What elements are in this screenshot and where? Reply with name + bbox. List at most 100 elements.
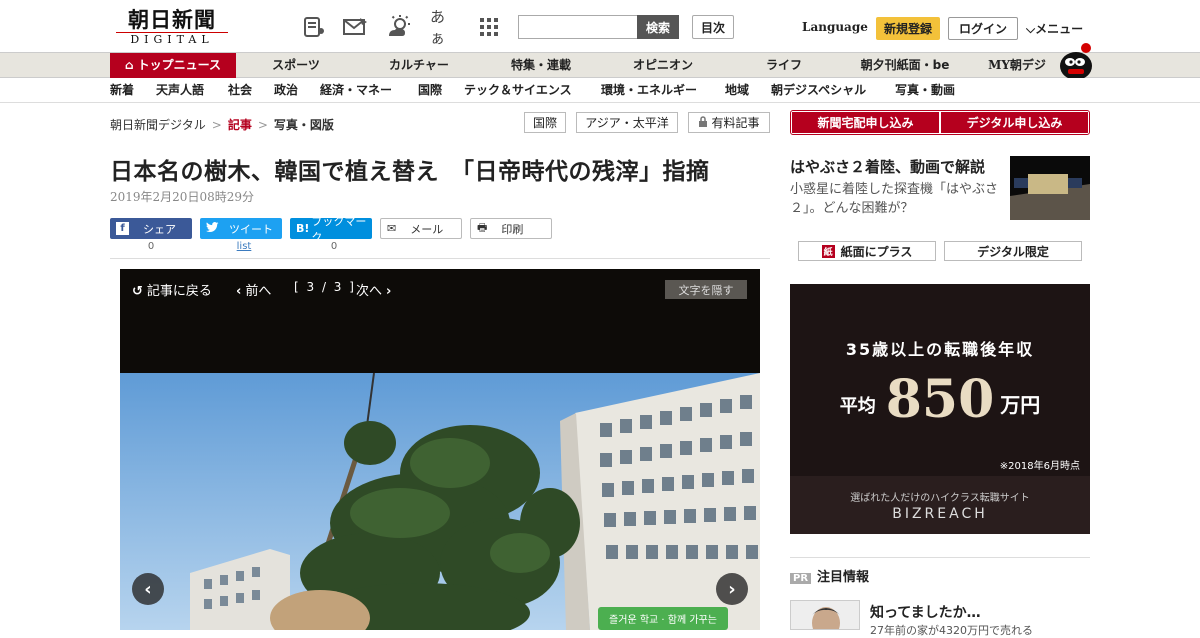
nav-life[interactable]: ライフ — [746, 53, 822, 78]
photo-prev-arrow[interactable]: ‹ — [132, 573, 164, 605]
newspaper-icon[interactable] — [301, 14, 327, 40]
back-to-article-label: 記事に戻る — [146, 284, 212, 299]
facebook-count: 0 — [147, 241, 155, 252]
tweet-label: ツイート — [229, 222, 273, 236]
return-icon: ↺ — [132, 284, 143, 299]
tag-paid-article[interactable]: 有料記事 — [688, 112, 770, 133]
primary-nav: ⌂ トップニュース スポーツ カルチャー 特集・連載 オピニオン ライフ 朝夕刊紙… — [0, 52, 1200, 78]
photo-next-arrow[interactable]: › — [716, 573, 748, 605]
pr-headline[interactable]: 知ってましたか… — [870, 602, 981, 622]
hatena-bookmark-button[interactable]: B! ブックマーク — [290, 215, 372, 244]
site-logo[interactable]: 朝日新聞 DIGITAL — [116, 8, 228, 46]
tag-international[interactable]: 国際 — [524, 112, 566, 133]
facebook-share-button[interactable]: f シェア — [110, 218, 192, 239]
nav2-special[interactable]: 朝デジスペシャル — [771, 78, 866, 102]
grid-icon[interactable] — [476, 14, 502, 40]
mail-share-button[interactable]: ✉ メール — [380, 218, 462, 239]
mail-icon[interactable] — [342, 14, 368, 40]
pr-badge: PR — [790, 573, 812, 584]
digital-apply-button[interactable]: デジタル申し込み — [941, 112, 1088, 133]
pr-heading: PR 注目情報 — [790, 566, 869, 585]
nav2-international[interactable]: 国際 — [418, 78, 442, 102]
envelope-icon: ✉ — [387, 222, 397, 235]
chevron-left-icon: ‹ — [236, 284, 242, 299]
nav-opinion[interactable]: オピニオン — [616, 53, 710, 78]
breadcrumb: 朝日新聞デジタル > 記事 > 写真・図版 — [110, 116, 334, 133]
home-delivery-button[interactable]: 新聞宅配申し込み — [792, 112, 939, 133]
paper-plus-label: 紙面にプラス — [840, 244, 913, 259]
logo-main-text: 朝日新聞 — [128, 7, 216, 32]
print-button[interactable]: 🖶 印刷 — [470, 218, 552, 239]
secondary-nav: 新着 天声人語 社会 政治 経済・マネー 国際 テック＆サイエンス 環境・エネル… — [0, 78, 1200, 103]
prev-link[interactable]: ‹ 前へ — [236, 280, 271, 299]
prev-label: 前へ — [245, 284, 272, 299]
facebook-icon: f — [116, 222, 129, 235]
pr-title: 注目情報 — [817, 570, 870, 585]
index-button[interactable]: 目次 — [692, 15, 734, 39]
breadcrumb-home[interactable]: 朝日新聞デジタル — [110, 118, 206, 132]
breadcrumb-article[interactable]: 記事 — [228, 118, 252, 132]
article-title: 日本名の樹木、韓国で植え替え 「日帝時代の残滓」指摘 — [110, 159, 710, 185]
language-link[interactable]: Language — [802, 20, 868, 34]
ad-unit: 万円 — [1000, 393, 1041, 417]
search-button[interactable]: 検索 — [637, 15, 679, 39]
signup-button[interactable]: 新規登録 — [876, 17, 940, 40]
menu-label: メニュー — [1035, 22, 1084, 36]
ad-line1: 35歳以上の転職後年収 — [845, 340, 1035, 359]
search-input[interactable] — [518, 15, 638, 39]
ad-prefix: 平均 — [839, 396, 876, 417]
font-size-icon[interactable]: あぁ — [430, 8, 456, 47]
ad-number: 850 — [885, 369, 995, 430]
hatena-count: 0 — [330, 241, 338, 252]
tweet-button[interactable]: ツイート — [200, 218, 282, 239]
tweet-list-link[interactable]: list — [203, 241, 285, 252]
paper-plus-button[interactable]: 紙紙面にプラス — [798, 241, 936, 261]
hatena-icon: B! — [296, 222, 310, 235]
back-to-article-link[interactable]: ↺ 記事に戻る — [132, 280, 212, 299]
bizreach-ad[interactable]: 35歳以上の転職後年収 平均 850 万円 ※2018年6月時点 選ばれた人だけ… — [790, 284, 1090, 534]
ad-note: ※2018年6月時点 — [999, 461, 1080, 472]
nav2-photo-video[interactable]: 写真・動画 — [895, 78, 955, 102]
nav2-economy[interactable]: 経済・マネー — [320, 78, 392, 102]
nav2-society[interactable]: 社会 — [228, 78, 252, 102]
next-label: 次へ — [356, 284, 383, 299]
mascot-icon[interactable] — [1056, 42, 1096, 80]
print-label: 印刷 — [501, 222, 524, 236]
site-header: 朝日新聞 DIGITAL あぁ 検索 目次 Language 新規登録 ログイン… — [0, 0, 1200, 52]
nav2-politics[interactable]: 政治 — [274, 78, 298, 102]
facebook-share-label: シェア — [143, 222, 176, 236]
featured-news-title[interactable]: はやぶさ２着陸、動画で解説 — [790, 156, 985, 177]
featured-news-desc[interactable]: 小惑星に着陸した探査機「はやぶさ２」。どんな困難が？ — [790, 180, 1004, 218]
nav2-tenseijingo[interactable]: 天声人語 — [156, 78, 204, 102]
nav2-latest[interactable]: 新着 — [110, 78, 134, 102]
logo-sub-text: DIGITAL — [116, 32, 228, 46]
photo-viewer: ↺ 記事に戻る ‹ 前へ [ 3 / 3 ] 次へ › 文字を隠す 즐거운 학교… — [120, 269, 760, 630]
hatena-label: ブックマーク — [311, 214, 367, 244]
nav2-environment[interactable]: 環境・エネルギー — [601, 78, 697, 102]
weather-icon[interactable] — [386, 14, 412, 40]
tag-asia-pacific[interactable]: アジア・太平洋 — [576, 112, 678, 133]
featured-news-image[interactable] — [1010, 156, 1090, 220]
mail-share-label: メール — [410, 222, 444, 236]
digital-only-button[interactable]: デジタル限定 — [944, 241, 1082, 261]
nav-my-asadigi[interactable]: MY朝デジ — [980, 53, 1054, 78]
nav-features[interactable]: 特集・連載 — [496, 53, 586, 78]
menu-button[interactable]: ⌵メニュー — [1026, 20, 1083, 37]
pr-desc[interactable]: 27年前の家が4320万円で売れる — [870, 622, 1033, 638]
breadcrumb-current: 写真・図版 — [273, 118, 334, 132]
breadcrumb-separator: > — [257, 118, 268, 132]
nav-paper[interactable]: 朝夕刊紙面・be — [850, 53, 960, 78]
article-photo: 즐거운 학교 · 함께 가꾸는 — [120, 372, 760, 630]
divider — [790, 557, 1090, 558]
pr-image[interactable] — [790, 600, 860, 630]
hide-text-button[interactable]: 文字を隠す — [665, 280, 747, 299]
nav-culture[interactable]: カルチャー — [374, 53, 464, 78]
chevron-right-icon: › — [728, 578, 736, 600]
nav2-tech[interactable]: テック＆サイエンス — [464, 78, 572, 102]
next-link[interactable]: 次へ › — [356, 280, 391, 299]
nav-sports[interactable]: スポーツ — [256, 53, 336, 78]
nav-top-news[interactable]: ⌂ トップニュース — [110, 53, 236, 78]
nav2-region[interactable]: 地域 — [725, 78, 749, 102]
login-button[interactable]: ログイン — [948, 17, 1018, 40]
chevron-left-icon: ‹ — [144, 578, 152, 600]
